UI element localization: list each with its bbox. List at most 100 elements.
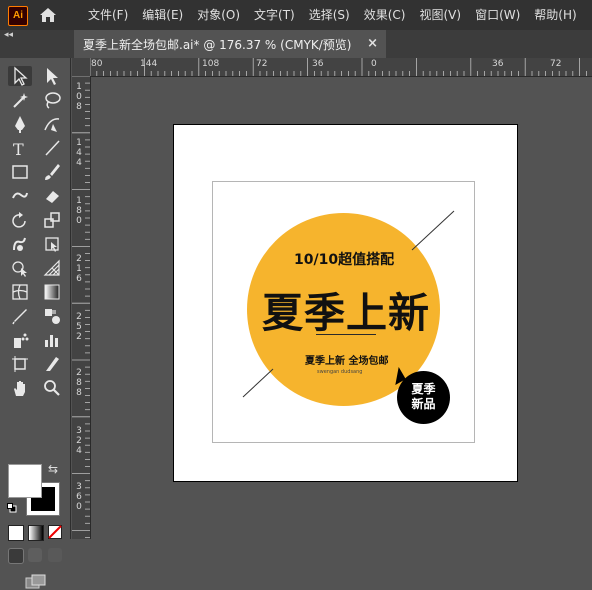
- v-ruler-label: 2 1 6: [76, 254, 82, 284]
- draw-behind-button[interactable]: [28, 548, 42, 562]
- zoom-tool-button[interactable]: [40, 378, 64, 398]
- svg-text:T: T: [13, 140, 24, 158]
- magic-wand-tool-button[interactable]: [8, 90, 32, 110]
- eyedropper-icon: [12, 309, 27, 325]
- curvature-tool-button[interactable]: [40, 114, 64, 134]
- screen-mode-icon[interactable]: [25, 574, 47, 590]
- shape-builder-tool-button[interactable]: [8, 258, 32, 278]
- app-logo: Ai: [8, 6, 28, 26]
- free-transform-icon: [45, 237, 59, 252]
- lasso-tool-button[interactable]: [40, 90, 64, 110]
- gradient-tool-button[interactable]: [40, 282, 64, 302]
- bubble-line-2: 新品: [411, 397, 436, 411]
- blend-tool-button[interactable]: [40, 306, 64, 326]
- hand-tool-button[interactable]: [8, 378, 32, 398]
- v-ruler-label: 3 2 4: [76, 426, 82, 456]
- document-tab[interactable]: 夏季上新全场包邮.ai* @ 176.37 % (CMYK/预览) ×: [74, 30, 386, 58]
- horizontal-ruler[interactable]: 80 144 108 72 36 0 36 72: [90, 58, 592, 77]
- menu-item[interactable]: 窗口(W): [475, 0, 520, 30]
- menu-item[interactable]: 选择(S): [309, 0, 350, 30]
- warp-icon: [13, 237, 26, 251]
- blend-icon: [45, 309, 60, 324]
- rectangle-tool-button[interactable]: [8, 162, 32, 182]
- magic-wand-icon: [13, 93, 28, 108]
- h-ruler-label: 72: [256, 59, 268, 69]
- selection-tool-button[interactable]: [8, 66, 32, 86]
- h-ruler-label: 72: [550, 59, 562, 69]
- type-icon: T: [13, 140, 24, 158]
- h-ruler-label: 36: [492, 59, 504, 69]
- v-ruler-label: 3 6 0: [76, 482, 82, 512]
- column-graph-tool-button[interactable]: [40, 330, 64, 350]
- menu-item[interactable]: 对象(O): [197, 0, 240, 30]
- warp-tool-button[interactable]: [8, 234, 32, 254]
- fill-color-swatch[interactable]: [8, 464, 42, 498]
- draw-inside-button[interactable]: [48, 548, 62, 562]
- v-ruler-label: 2 8 8: [76, 368, 82, 398]
- h-ruler-label: 0: [371, 59, 377, 69]
- bubble-line-1: 夏季: [411, 382, 436, 396]
- paintbrush-tool-button[interactable]: [40, 162, 64, 182]
- divider-line[interactable]: [316, 334, 376, 335]
- paintbrush-icon: [45, 164, 60, 180]
- rotate-icon: [12, 212, 26, 228]
- swap-fill-stroke-icon[interactable]: ⇆: [48, 462, 58, 476]
- column-graph-icon: [45, 335, 58, 347]
- promo-tagline[interactable]: 10/10超值搭配: [294, 249, 394, 269]
- symbol-sprayer-tool-button[interactable]: [8, 330, 32, 350]
- menu-item[interactable]: 文字(T): [254, 0, 295, 30]
- document-tab-title: 夏季上新全场包邮.ai* @ 176.37 % (CMYK/预览): [83, 37, 352, 52]
- menu-item[interactable]: 视图(V): [419, 0, 461, 30]
- menu-item[interactable]: 文件(F): [88, 0, 128, 30]
- bubble-text[interactable]: 夏季 新品: [397, 382, 450, 412]
- scale-tool-button[interactable]: [40, 210, 64, 230]
- eraser-tool-button[interactable]: [40, 186, 64, 206]
- h-ruler-label: 144: [140, 59, 158, 69]
- h-ruler-label: 36: [312, 59, 324, 69]
- ruler-origin[interactable]: [72, 58, 91, 77]
- rotate-tool-button[interactable]: [8, 210, 32, 230]
- collapse-panel-icon[interactable]: ◂◂: [4, 30, 13, 40]
- close-icon[interactable]: ×: [367, 36, 378, 51]
- slice-tool-button[interactable]: [40, 354, 64, 374]
- v-ruler-label: 1 4 4: [76, 138, 82, 168]
- line-icon: [45, 140, 60, 156]
- subline-text[interactable]: 夏季上新 全场包邮: [305, 352, 388, 367]
- line-tool-button[interactable]: [40, 138, 64, 158]
- pen-icon: [15, 116, 25, 133]
- h-ruler-label: 108: [202, 59, 220, 69]
- menu-item[interactable]: 编辑(E): [142, 0, 183, 30]
- none-mode-button[interactable]: [48, 525, 62, 539]
- shaper-tool-button[interactable]: [8, 186, 32, 206]
- pinyin-text[interactable]: swengan dudsang: [317, 369, 362, 375]
- pen-tool-button[interactable]: [8, 114, 32, 134]
- v-ruler-label: 1 0 8: [76, 82, 82, 112]
- draw-normal-button[interactable]: [8, 548, 24, 564]
- gradient-icon: [44, 284, 60, 300]
- symbol-sprayer-icon: [14, 333, 29, 348]
- direct-selection-tool-button[interactable]: [40, 66, 64, 86]
- rectangle-icon: [12, 165, 28, 179]
- vertical-ruler[interactable]: 1 0 8 1 4 4 1 8 0 2 1 6 2 5 2 2 8 8 3 2 4 3 6 0: [72, 76, 91, 539]
- default-colors-icon[interactable]: [7, 503, 17, 513]
- perspective-grid-tool-button[interactable]: [40, 258, 64, 278]
- shaper-icon: [12, 192, 28, 199]
- menu-item[interactable]: 效果(C): [364, 0, 406, 30]
- v-ruler-label: 2 5 2: [76, 312, 82, 342]
- home-icon[interactable]: [38, 6, 58, 24]
- artboard-icon: [12, 356, 28, 372]
- zoom-icon: [44, 380, 60, 396]
- eraser-icon: [46, 191, 59, 203]
- free-transform-tool-button[interactable]: [40, 234, 64, 254]
- headline-text[interactable]: 夏季上新: [262, 279, 430, 339]
- eyedropper-tool-button[interactable]: [8, 306, 32, 326]
- menu-item[interactable]: 帮助(H): [534, 0, 576, 30]
- hand-icon: [14, 381, 25, 396]
- scale-icon: [44, 212, 60, 228]
- type-tool-button[interactable]: T: [8, 138, 32, 158]
- menu-bar: Ai 文件(F) 编辑(E) 对象(O) 文字(T) 选择(S) 效果(C) 视图(V) 窗口…: [0, 0, 592, 30]
- direct-selection-icon: [47, 68, 58, 85]
- mesh-tool-button[interactable]: [8, 282, 32, 302]
- artboard-tool-button[interactable]: [8, 354, 32, 374]
- slice-icon: [46, 357, 59, 371]
